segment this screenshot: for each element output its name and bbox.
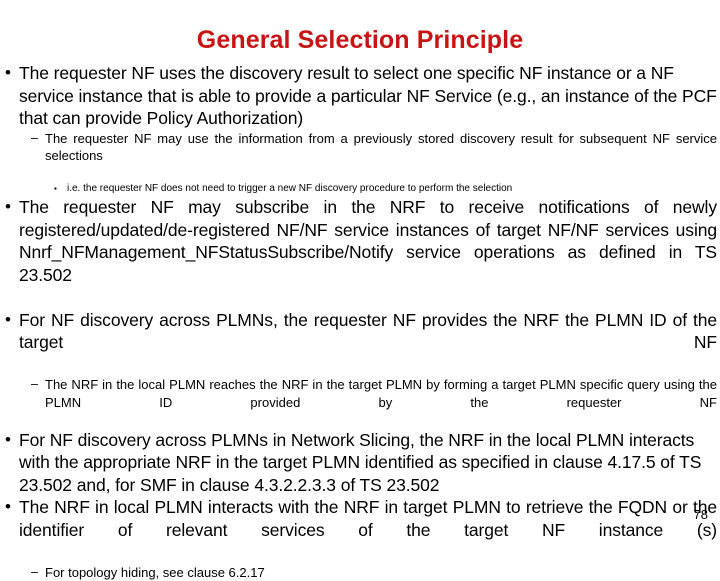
bullet-item-level-1: • For NF discovery across PLMNs in Networ… [0, 429, 720, 497]
bullet-marker-icon: • [5, 497, 11, 517]
bullet-text: i.e. the requester NF does not need to t… [67, 183, 513, 195]
slide-body: • The requester NF uses the discovery res… [0, 62, 720, 581]
bullet-item-level-1: • The requester NF may subscribe in the N… [0, 196, 720, 309]
bullet-item-level-1: • For NF discovery across PLMNs, the requ… [0, 309, 720, 377]
bullet-text: The requester NF uses the discovery resu… [19, 63, 717, 129]
bullet-marker-icon: – [31, 130, 38, 145]
bullet-item-level-2: – For topology hiding, see clause 6.2.17 [0, 564, 720, 581]
bullet-marker-icon: – [31, 377, 38, 392]
page-number: 78 [693, 507, 708, 522]
bullet-item-level-1: • The NRF in local PLMN interacts with th… [0, 496, 720, 564]
bullet-item-level-1: • The requester NF uses the discovery res… [0, 62, 720, 130]
bullet-marker-icon: • [5, 63, 11, 83]
bullet-text: For NF discovery across PLMNs, the reque… [19, 309, 717, 353]
bullet-marker-icon: – [31, 564, 38, 579]
bullet-marker-icon: • [5, 429, 11, 449]
slide: General Selection Principle • The request… [0, 0, 720, 580]
bullet-text: For NF discovery across PLMNs in Network… [19, 429, 702, 495]
bullet-item-level-2: – The NRF in the local PLMN reaches the N… [0, 376, 720, 429]
bullet-text: The requester NF may use the information… [45, 130, 717, 164]
bullet-text: The requester NF may subscribe in the NR… [19, 197, 717, 285]
bullet-text: The NRF in local PLMN interacts with the… [19, 497, 717, 540]
bullet-marker-icon: • [5, 197, 11, 217]
bullet-marker-icon: ▪ [54, 184, 57, 194]
bullet-item-level-3: ▪ i.e. the requester NF does not need to … [0, 182, 720, 196]
bullet-text: For topology hiding, see clause 6.2.17 [45, 564, 265, 580]
bullet-item-level-2: – The requester NF may use the informatio… [0, 130, 720, 183]
bullet-text: The NRF in the local PLMN reaches the NR… [45, 377, 717, 410]
bullet-marker-icon: • [5, 309, 11, 329]
page-title: General Selection Principle [196, 26, 524, 54]
